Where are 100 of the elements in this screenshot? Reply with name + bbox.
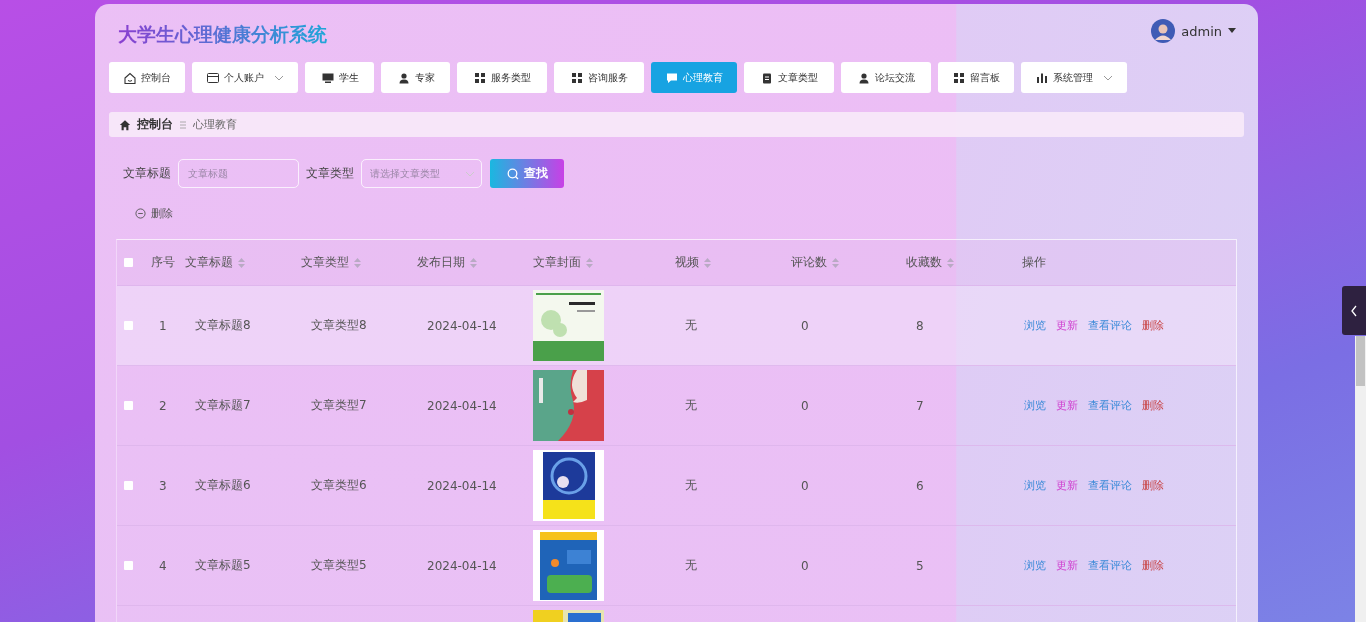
table-row[interactable]: 1 文章标题8 文章类型8 2024-04-14 无 0 8 浏览 更新 查看评论 删除 [117, 286, 1236, 366]
breadcrumb-item[interactable]: 控制台 [137, 116, 173, 133]
column-header[interactable]: 评论数 [791, 254, 906, 271]
checkbox[interactable] [124, 258, 133, 267]
scrollbar-thumb[interactable] [1356, 336, 1365, 386]
column-header[interactable]: 视频 [675, 254, 791, 271]
delete-link[interactable]: 删除 [1142, 398, 1164, 413]
table-cell: 4 [159, 558, 167, 573]
nav-tab[interactable]: 咨询服务 [554, 62, 644, 93]
table-cell: 6 [916, 478, 924, 493]
sort-icon [832, 257, 839, 268]
input-field[interactable]: 文章标题 [178, 159, 299, 188]
checkbox[interactable] [124, 561, 133, 570]
update-link[interactable]: 更新 [1056, 398, 1078, 413]
nav-tab[interactable]: 留言板 [938, 62, 1014, 93]
placeholder-text: 请选择文章类型 [370, 166, 440, 181]
table-cell: 文章类型5 [311, 557, 367, 574]
avatar-icon [1151, 19, 1176, 43]
chevron-down-icon [274, 74, 284, 81]
view-link[interactable]: 浏览 [1024, 398, 1046, 413]
user-name: admin [1181, 23, 1222, 39]
column-header[interactable]: 文章标题 [185, 254, 301, 271]
nav-tab[interactable]: 心理教育 [651, 62, 737, 93]
breadcrumb-item: 心理教育 [193, 117, 237, 132]
table-cell: 7 [916, 398, 924, 413]
table-cell: 文章标题8 [195, 317, 251, 334]
table-cell: 文章类型6 [311, 477, 367, 494]
table-row[interactable]: 2 文章标题7 文章类型7 2024-04-14 无 0 7 浏览 更新 查看评论 删除 [117, 366, 1236, 446]
checkbox[interactable] [124, 321, 133, 330]
comments-link[interactable]: 查看评论 [1088, 558, 1132, 573]
nav-tab[interactable]: 文章类型 [744, 62, 834, 93]
grid-icon [473, 70, 487, 85]
search-button[interactable]: 查找 [490, 159, 564, 188]
sort-icon [470, 257, 477, 268]
table-cell: 3 [159, 478, 167, 493]
checkbox[interactable] [124, 401, 133, 410]
view-link[interactable]: 浏览 [1024, 558, 1046, 573]
separator-icon [180, 120, 186, 129]
column-header[interactable]: 操作 [1022, 254, 1236, 271]
update-link[interactable]: 更新 [1056, 318, 1078, 333]
caret-icon [1228, 28, 1236, 34]
table-cell: 文章标题6 [195, 477, 251, 494]
search-icon [506, 167, 519, 180]
user-menu[interactable]: admin [1151, 19, 1236, 43]
collapse-tab[interactable] [1342, 286, 1366, 335]
table-cell: 0 [801, 398, 809, 413]
table-cell: 8 [916, 318, 924, 333]
scrollbar[interactable] [1355, 336, 1366, 622]
grid-icon [570, 70, 584, 85]
sort-icon [586, 257, 593, 268]
table-cell: 文章类型7 [311, 397, 367, 414]
user-icon [396, 70, 411, 85]
table-cell: 2024-04-14 [427, 398, 497, 413]
table-row[interactable]: 3 文章标题6 文章类型6 2024-04-14 无 0 6 浏览 更新 查看评论 删除 [117, 446, 1236, 526]
comments-link[interactable]: 查看评论 [1088, 318, 1132, 333]
update-link[interactable]: 更新 [1056, 558, 1078, 573]
table-row[interactable]: 4 文章标题5 文章类型5 2024-04-14 无 0 5 浏览 更新 查看评论 删除 [117, 526, 1236, 606]
table-cell: 0 [801, 478, 809, 493]
grid-icon [952, 70, 966, 85]
column-header[interactable]: 序号 [151, 254, 185, 271]
table-cell: 2 [159, 398, 167, 413]
table-cell: 文章标题5 [195, 557, 251, 574]
delete-button[interactable]: 删除 [131, 202, 177, 225]
view-link[interactable]: 浏览 [1024, 318, 1046, 333]
home-icon [123, 70, 137, 85]
sort-icon [947, 257, 954, 268]
delete-link[interactable]: 删除 [1142, 318, 1164, 333]
sort-icon [704, 257, 711, 268]
update-link[interactable]: 更新 [1056, 478, 1078, 493]
comments-link[interactable]: 查看评论 [1088, 398, 1132, 413]
nav-tab[interactable]: 服务类型 [457, 62, 547, 93]
column-header[interactable]: 发布日期 [417, 254, 533, 271]
delete-link[interactable]: 删除 [1142, 478, 1164, 493]
nav-tab[interactable]: 学生 [305, 62, 374, 93]
table-cell: 无 [685, 477, 697, 494]
minus-circle-icon [135, 208, 146, 219]
checkbox[interactable] [124, 481, 133, 490]
table-cell: 无 [685, 557, 697, 574]
table-cell: 文章标题7 [195, 397, 251, 414]
nav-tab[interactable]: 控制台 [109, 62, 185, 93]
nav-tab[interactable]: 系统管理 [1021, 62, 1127, 93]
column-header[interactable]: 文章类型 [301, 254, 417, 271]
nav-tab[interactable]: 个人账户 [192, 62, 298, 93]
table-cell: 5 [916, 558, 924, 573]
sort-icon [354, 257, 361, 268]
nav-tab[interactable]: 专家 [381, 62, 450, 93]
field-label: 文章类型 [306, 165, 354, 182]
view-link[interactable]: 浏览 [1024, 478, 1046, 493]
user-icon [857, 70, 871, 85]
chevron-left-icon [1350, 304, 1358, 317]
comments-link[interactable]: 查看评论 [1088, 478, 1132, 493]
nav-tab[interactable]: 论坛交流 [841, 62, 931, 93]
chevron-down-icon [1103, 74, 1113, 81]
column-header[interactable]: 收藏数 [906, 254, 1022, 271]
delete-link[interactable]: 删除 [1142, 558, 1164, 573]
home-icon [119, 118, 131, 131]
column-header[interactable]: 文章封面 [533, 254, 675, 271]
table-cell: 2024-04-14 [427, 318, 497, 333]
sort-icon [238, 257, 245, 268]
table-cell: 0 [801, 558, 809, 573]
